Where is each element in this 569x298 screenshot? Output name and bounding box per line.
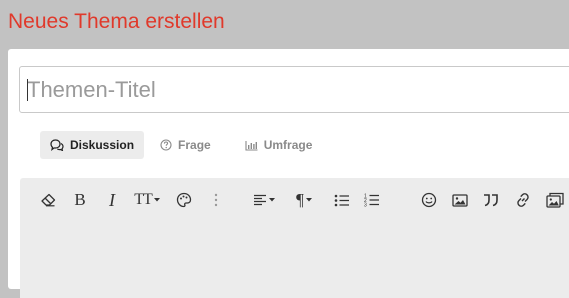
quote-button[interactable]: [480, 188, 502, 212]
tab-discussion[interactable]: Diskussion: [40, 131, 145, 159]
text-size-icon: TT: [134, 191, 153, 208]
more-options-button[interactable]: [211, 188, 221, 212]
question-circle-icon: [160, 139, 172, 151]
comments-icon: [50, 139, 64, 151]
chevron-down-icon: [153, 198, 160, 202]
text-color-button[interactable]: [173, 188, 195, 212]
editor-toolbar: B I TT ¶ 1 2 3: [20, 178, 569, 298]
tab-discussion-label: Diskussion: [70, 138, 135, 152]
tab-poll[interactable]: Umfrage: [235, 131, 323, 159]
text-size-button[interactable]: TT: [131, 188, 163, 212]
title-input[interactable]: [27, 67, 567, 112]
images-icon: [546, 192, 564, 208]
align-left-icon: [253, 194, 267, 206]
tab-poll-label: Umfrage: [263, 138, 313, 152]
chevron-down-icon: [269, 198, 275, 202]
clear-formatting-button[interactable]: [37, 188, 59, 212]
link-icon: [515, 192, 531, 208]
italic-icon: I: [109, 190, 115, 210]
unordered-list-button[interactable]: [331, 188, 353, 212]
quote-icon: [482, 193, 500, 207]
palette-icon: [176, 192, 192, 208]
image-icon: [452, 193, 468, 207]
tab-question[interactable]: Frage: [150, 131, 221, 159]
new-thread-form: Diskussion Frage: [8, 49, 569, 298]
align-button[interactable]: [249, 188, 279, 212]
text-caret: [27, 79, 28, 101]
list-ol-icon: 1 2 3: [364, 193, 380, 207]
emoticons-button[interactable]: [418, 188, 440, 212]
bar-chart-icon: [245, 140, 258, 151]
page-title: Neues Thema erstellen: [8, 10, 225, 33]
insert-image-button[interactable]: [449, 188, 471, 212]
tab-question-label: Frage: [178, 138, 211, 152]
gallery-button[interactable]: [544, 188, 566, 212]
eraser-icon: [40, 193, 56, 207]
thread-type-tabs: Diskussion Frage Umfrage: [40, 131, 322, 159]
italic-button[interactable]: I: [101, 188, 123, 212]
paragraph-format-button[interactable]: ¶: [290, 188, 318, 212]
ordered-list-button[interactable]: 1 2 3: [361, 188, 383, 212]
paragraph-icon: ¶: [296, 190, 304, 209]
bold-button[interactable]: B: [69, 188, 91, 212]
list-ul-icon: [334, 194, 350, 207]
more-vertical-icon: [214, 193, 218, 207]
insert-link-button[interactable]: [512, 188, 534, 212]
bold-icon: B: [74, 190, 86, 209]
chevron-down-icon: [305, 198, 312, 202]
title-field[interactable]: [19, 66, 569, 113]
svg-text:3: 3: [364, 203, 367, 208]
smile-icon: [421, 192, 437, 208]
